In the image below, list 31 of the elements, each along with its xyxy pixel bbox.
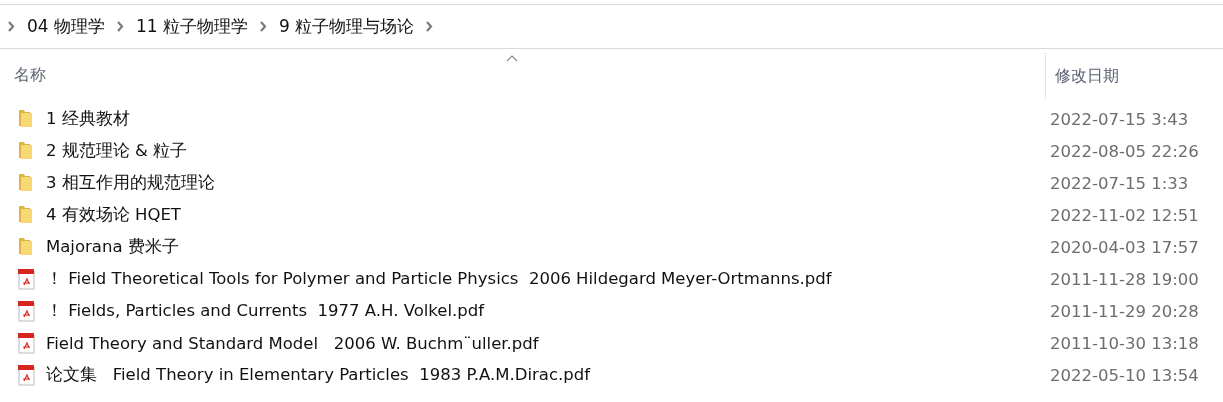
file-name[interactable]: 3 相互作用的规范理论 (46, 172, 215, 194)
modified-date: 2022-11-02 12:51 (1050, 205, 1199, 225)
chevron-icon (8, 21, 15, 32)
column-header[interactable]: 修改日期 (1055, 65, 1119, 87)
pdf-file-icon (17, 300, 36, 322)
modified-date: 2020-04-03 17:57 (1050, 237, 1199, 257)
file-name[interactable]: 论文集 Field Theory in Elementary Particles 1983 P.A.M.Dirac.pdf (46, 364, 591, 386)
pdf-file-icon (17, 268, 36, 290)
pdf-file-icon (17, 332, 36, 354)
modified-date: 2011-10-30 13:18 (1050, 333, 1199, 353)
breadcrumb-item[interactable]: 9 粒子物理与场论 (279, 15, 415, 38)
modified-date: 2022-07-15 1:33 (1050, 173, 1189, 193)
modified-date: 2011-11-28 19:00 (1050, 269, 1199, 289)
file-name[interactable]: ！ Field Theoretical Tools for Polymer and Particle Physics 2006 Hildegard Meyer-Ortmanns.pdf (46, 268, 832, 290)
column-header[interactable]: 名称 (14, 64, 46, 86)
modified-date: 2022-05-10 13:54 (1050, 365, 1199, 385)
file-name[interactable]: 4 有效场论 HQET (46, 204, 181, 226)
chevron-icon (117, 21, 125, 32)
file-name[interactable]: 1 经典教材 (46, 108, 130, 130)
modified-date: 2022-07-15 3:43 (1050, 109, 1189, 129)
modified-date: 2011-11-29 20:28 (1050, 301, 1199, 321)
chevron-icon (260, 21, 268, 32)
file-name[interactable]: Field Theory and Standard Model 2006 W. Buchm¨uller.pdf (46, 333, 539, 353)
breadcrumb-item[interactable]: 11 粒子物理学 (136, 15, 249, 38)
file-name[interactable]: 2 规范理论 & 粒子 (46, 140, 188, 162)
breadcrumb-item[interactable]: 04 物理学 (27, 15, 106, 38)
file-name[interactable]: Majorana 费米子 (46, 236, 179, 258)
file-name[interactable]: ！ Fields, Particles and Currents 1977 A.H. Volkel.pdf (46, 300, 485, 322)
chevron-icon (426, 21, 434, 32)
pdf-file-icon (17, 364, 36, 386)
modified-date: 2022-08-05 22:26 (1050, 141, 1199, 161)
